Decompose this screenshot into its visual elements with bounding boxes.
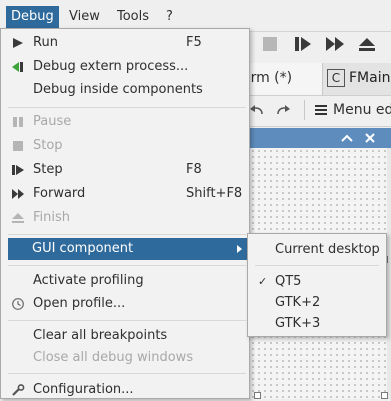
- menu-item-open-profile[interactable]: Open profile...: [2, 293, 248, 315]
- play-icon: [13, 38, 23, 48]
- menu-separator: [8, 265, 246, 266]
- menu-item-stop[interactable]: Stop: [2, 135, 248, 157]
- menu-item-debug-extern-process[interactable]: Debug extern process...: [2, 56, 248, 78]
- stop-toolbar-button[interactable]: [259, 33, 281, 55]
- menu-item-activate-profiling[interactable]: Activate profiling: [2, 270, 248, 292]
- menu-item-finish[interactable]: Finish: [2, 207, 248, 229]
- submenu-item-gtk2[interactable]: GTK+2: [249, 292, 385, 314]
- menu-item-debug-inside-components[interactable]: Debug inside components: [2, 79, 248, 101]
- tab-fmain[interactable]: C FMain: [323, 63, 391, 95]
- checkmark-icon: ✓: [258, 275, 268, 288]
- menu-separator: [8, 107, 246, 108]
- resize-handle[interactable]: [381, 392, 388, 399]
- menu-view[interactable]: View: [64, 6, 105, 28]
- menu-item-clear-all-breakpoints[interactable]: Clear all breakpoints: [2, 325, 248, 347]
- menu-debug[interactable]: Debug: [6, 6, 59, 29]
- menu-editor-icon: [315, 105, 327, 115]
- eject-icon: [359, 38, 375, 51]
- maximize-icon[interactable]: [341, 133, 353, 143]
- menu-separator: [8, 234, 246, 235]
- menu-item-close-all-debug-windows[interactable]: Close all debug windows: [2, 347, 248, 369]
- menu-tools[interactable]: Tools: [112, 6, 154, 28]
- green-arrow-icon: [12, 62, 23, 72]
- step-toolbar-button[interactable]: [292, 33, 314, 55]
- menu-item-gui-component[interactable]: GUI component: [8, 238, 248, 260]
- menu-editor-button[interactable]: Menu ed: [333, 102, 391, 118]
- form-editor-toolbar: Menu ed: [250, 96, 391, 127]
- toolbar-divider: [304, 100, 305, 120]
- eject-icon: [12, 213, 24, 223]
- resize-handle[interactable]: [254, 392, 261, 399]
- step-icon: [295, 37, 311, 51]
- undo-icon[interactable]: [248, 102, 264, 118]
- forward-toolbar-button[interactable]: [324, 33, 346, 55]
- forward-icon: [326, 37, 344, 51]
- redo-icon[interactable]: [276, 102, 292, 118]
- debug-menu: Run F5 Debug extern process... Debug ins…: [0, 28, 250, 399]
- finish-toolbar-button[interactable]: [356, 33, 378, 55]
- submenu-arrow-icon: [237, 245, 242, 253]
- menu-item-run[interactable]: Run F5: [2, 32, 248, 54]
- submenu-item-current-desktop[interactable]: Current desktop: [249, 239, 385, 261]
- close-icon[interactable]: [364, 132, 376, 144]
- stop-icon: [263, 37, 277, 51]
- menu-separator: [8, 320, 246, 321]
- menu-item-forward[interactable]: Forward Shift+F8: [2, 183, 248, 205]
- pause-icon: [13, 117, 23, 127]
- menu-item-configuration[interactable]: Configuration...: [2, 379, 248, 401]
- class-icon: C: [327, 69, 345, 87]
- form-title-bar: [250, 128, 391, 148]
- wrench-icon: [12, 384, 25, 396]
- forward-icon: [12, 189, 24, 199]
- stop-icon: [13, 141, 23, 151]
- step-icon: [12, 165, 24, 175]
- menu-item-pause[interactable]: Pause: [2, 111, 248, 133]
- menu-item-step[interactable]: Step F8: [2, 159, 248, 181]
- menu-separator: [8, 373, 246, 374]
- submenu-item-qt5[interactable]: ✓ QT5: [249, 271, 385, 293]
- gui-component-submenu: Current desktop ✓ QT5 GTK+2 GTK+3: [247, 233, 387, 337]
- clock-icon: [12, 298, 24, 310]
- submenu-item-gtk3[interactable]: GTK+3: [249, 313, 385, 335]
- menu-separator: [255, 265, 379, 266]
- menu-help[interactable]: ?: [161, 6, 178, 28]
- tab-fmain-label: FMain: [349, 70, 391, 86]
- tab-form[interactable]: orm (*): [242, 63, 323, 95]
